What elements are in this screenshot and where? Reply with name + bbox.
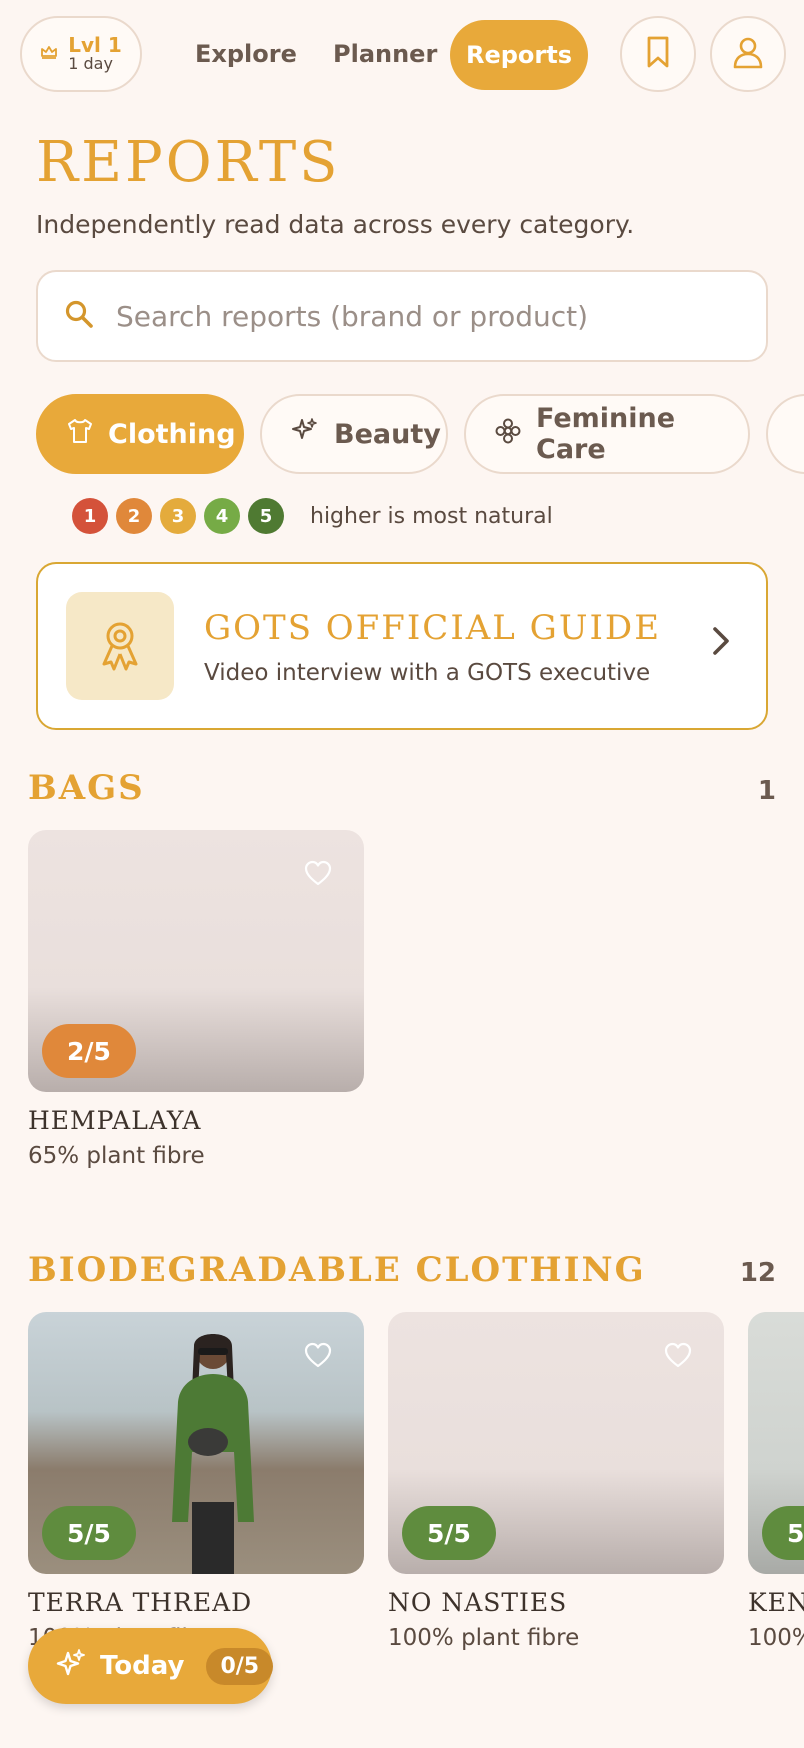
nav-reports[interactable]: Reports [450,20,588,90]
product-name: KENT [748,1588,804,1617]
today-progress: 0/5 [206,1647,274,1685]
rating-dot-2: 2 [116,498,152,534]
heart-icon[interactable] [664,1342,692,1372]
heart-icon[interactable] [304,860,332,890]
product-image: 5/5 [388,1312,724,1574]
guide-title: GOTS OFFICIAL GUIDE [204,608,662,648]
chip-label: Clothing [108,418,236,450]
nav-planner[interactable]: Planner [333,16,437,92]
gots-guide-card[interactable]: GOTS OFFICIAL GUIDE Video interview with… [36,562,768,730]
score-badge: 5/5 [42,1506,136,1560]
product-image: 5/5 [748,1312,804,1574]
score-badge: 5/5 [762,1506,804,1560]
rating-dot-1: 1 [72,498,108,534]
product-name: NO NASTIES [388,1588,568,1617]
award-icon [66,592,174,700]
product-description: 65% plant fibre [28,1143,205,1169]
search-icon [64,299,94,333]
person-photo [172,1334,254,1574]
product-card[interactable]: 5/5 KENT 100% plant fibre [748,1312,804,1651]
level-streak: 1 day [68,54,113,74]
search-input[interactable] [116,299,716,333]
guide-description: Video interview with a GOTS executive [204,660,651,686]
chip-label: Beauty [334,418,441,450]
product-card[interactable]: 5/5 TERRA THREAD 100% plant fibre [28,1312,364,1651]
bookmark-button[interactable] [620,16,696,92]
chip-clothing[interactable]: Clothing [36,394,244,474]
score-badge: 2/5 [42,1024,136,1078]
product-name: HEMPALAYA [28,1106,202,1135]
section-title-bags: BAGS [28,768,145,808]
sparkle-icon [290,416,320,453]
bookmark-icon [644,35,672,73]
rating-dot-5: 5 [248,498,284,534]
chip-beauty[interactable]: Beauty [260,394,448,474]
level-title: Lvl 1 [68,33,122,58]
chip-label: Feminine Care [536,403,676,465]
today-button[interactable]: Today 0/5 [28,1628,274,1704]
profile-button[interactable] [710,16,786,92]
page-subtitle: Independently read data across every cat… [36,210,635,239]
rating-dot-4: 4 [204,498,240,534]
product-image: 2/5 [28,830,364,1092]
chip-feminine-care[interactable]: Feminine Care [464,394,750,474]
product-card[interactable]: 2/5 HEMPALAYA 65% plant fibre [28,830,364,1169]
score-badge: 5/5 [402,1506,496,1560]
product-description: 100% plant fibre [748,1625,804,1651]
crown-icon [40,43,58,66]
product-card[interactable]: 5/5 NO NASTIES 100% plant fibre [388,1312,724,1651]
user-icon [731,35,765,73]
nav-explore[interactable]: Explore [195,16,297,92]
section-count-biodegradable-clothing: 12 [739,1258,776,1288]
reports-page: Lvl 1 1 day Explore Planner Reports REPO… [0,0,804,1748]
top-nav: Lvl 1 1 day Explore Planner Reports [20,16,786,92]
section-title-biodegradable-clothing: BIODEGRADABLE CLOTHING [28,1250,646,1290]
rating-legend: 1 2 3 4 5 higher is most natural [72,498,553,534]
page-title: REPORTS [36,130,341,195]
flower-icon [494,417,522,452]
level-badge[interactable]: Lvl 1 1 day [20,16,142,92]
product-description: 100% plant fibre [388,1625,580,1651]
product-image: 5/5 [28,1312,364,1574]
today-label: Today [100,1651,185,1681]
product-name: TERRA THREAD [28,1588,253,1617]
heart-icon[interactable] [304,1342,332,1372]
section-count-bags: 1 [757,776,776,806]
legend-caption: higher is most natural [310,503,553,529]
chip-more[interactable] [766,394,804,474]
shirt-icon [66,417,94,452]
search-bar [36,270,768,362]
sparkle-icon [54,1647,88,1685]
rating-dot-3: 3 [160,498,196,534]
category-chips: Clothing Beauty Feminine Care [36,394,804,474]
chevron-right-icon [710,624,732,662]
